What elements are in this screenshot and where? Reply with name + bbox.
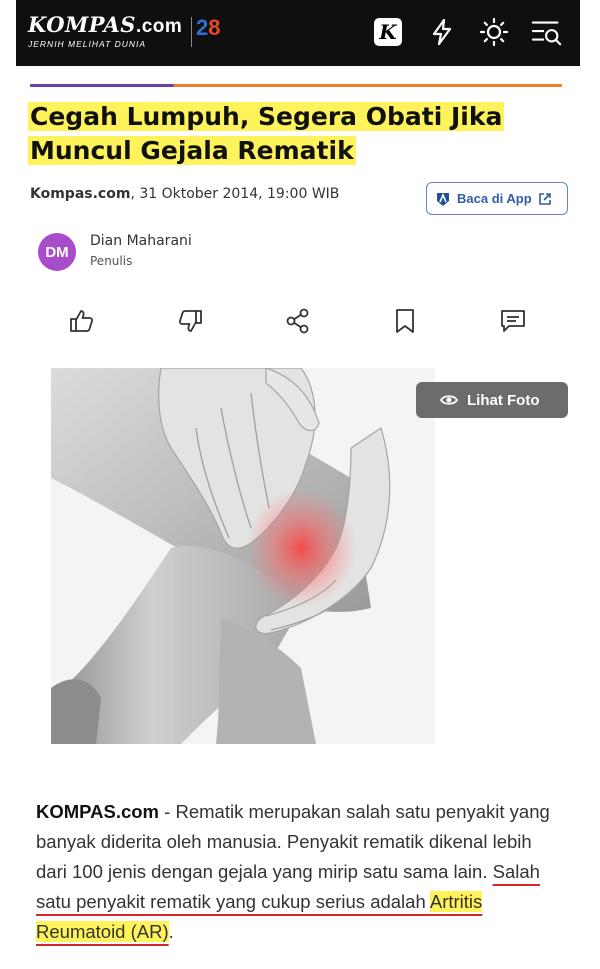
app-logo-icon — [437, 192, 449, 206]
read-in-app-label: Baca di App — [457, 191, 532, 206]
author-avatar[interactable]: DM — [38, 233, 76, 271]
logo-separator — [191, 17, 192, 47]
dislike-icon[interactable] — [174, 305, 206, 337]
article-title: Cegah Lumpuh, Segera Obati Jika Muncul G… — [28, 102, 505, 165]
body-dash: - — [159, 801, 176, 822]
sun-icon[interactable] — [478, 16, 510, 48]
article-date: , 31 Oktober 2014, 19:00 WIB — [130, 186, 340, 202]
body-end: . — [168, 921, 174, 942]
body-source: KOMPAS.com — [36, 801, 160, 822]
comment-icon[interactable] — [497, 305, 529, 337]
author-name[interactable]: Dian Maharani — [90, 233, 192, 249]
logo-wordmark: KOMPAS.com — [28, 12, 183, 38]
view-photo-button[interactable]: Lihat Foto — [416, 382, 568, 418]
article-source: Kompas.com — [30, 186, 131, 202]
logo-tagline: JERNIH MELIHAT DUNIA — [28, 39, 147, 49]
article-photo[interactable] — [51, 368, 435, 744]
view-photo-label: Lihat Foto — [467, 391, 540, 409]
lightning-icon[interactable] — [426, 16, 458, 48]
k-icon[interactable]: K — [372, 16, 404, 48]
anniversary-badge: 28 — [196, 15, 221, 40]
menu-search-icon[interactable] — [531, 16, 563, 48]
kompas-logo[interactable]: KOMPAS.com JERNIH MELIHAT DUNIA — [28, 12, 183, 50]
top-navbar: KOMPAS.com JERNIH MELIHAT DUNIA 28 K — [16, 0, 580, 66]
eye-icon — [440, 395, 458, 405]
article-body: KOMPAS.com - Rematik merupakan salah sat… — [36, 797, 566, 947]
author-role: Penulis — [90, 254, 133, 268]
bookmark-icon[interactable] — [389, 305, 421, 337]
read-in-app-button[interactable]: Baca di App — [426, 182, 568, 215]
section-divider — [30, 84, 562, 87]
like-icon[interactable] — [66, 305, 98, 337]
external-link-icon — [538, 192, 551, 205]
article-meta: Kompas.com, 31 Oktober 2014, 19:00 WIB — [30, 186, 339, 202]
share-icon[interactable] — [282, 305, 314, 337]
